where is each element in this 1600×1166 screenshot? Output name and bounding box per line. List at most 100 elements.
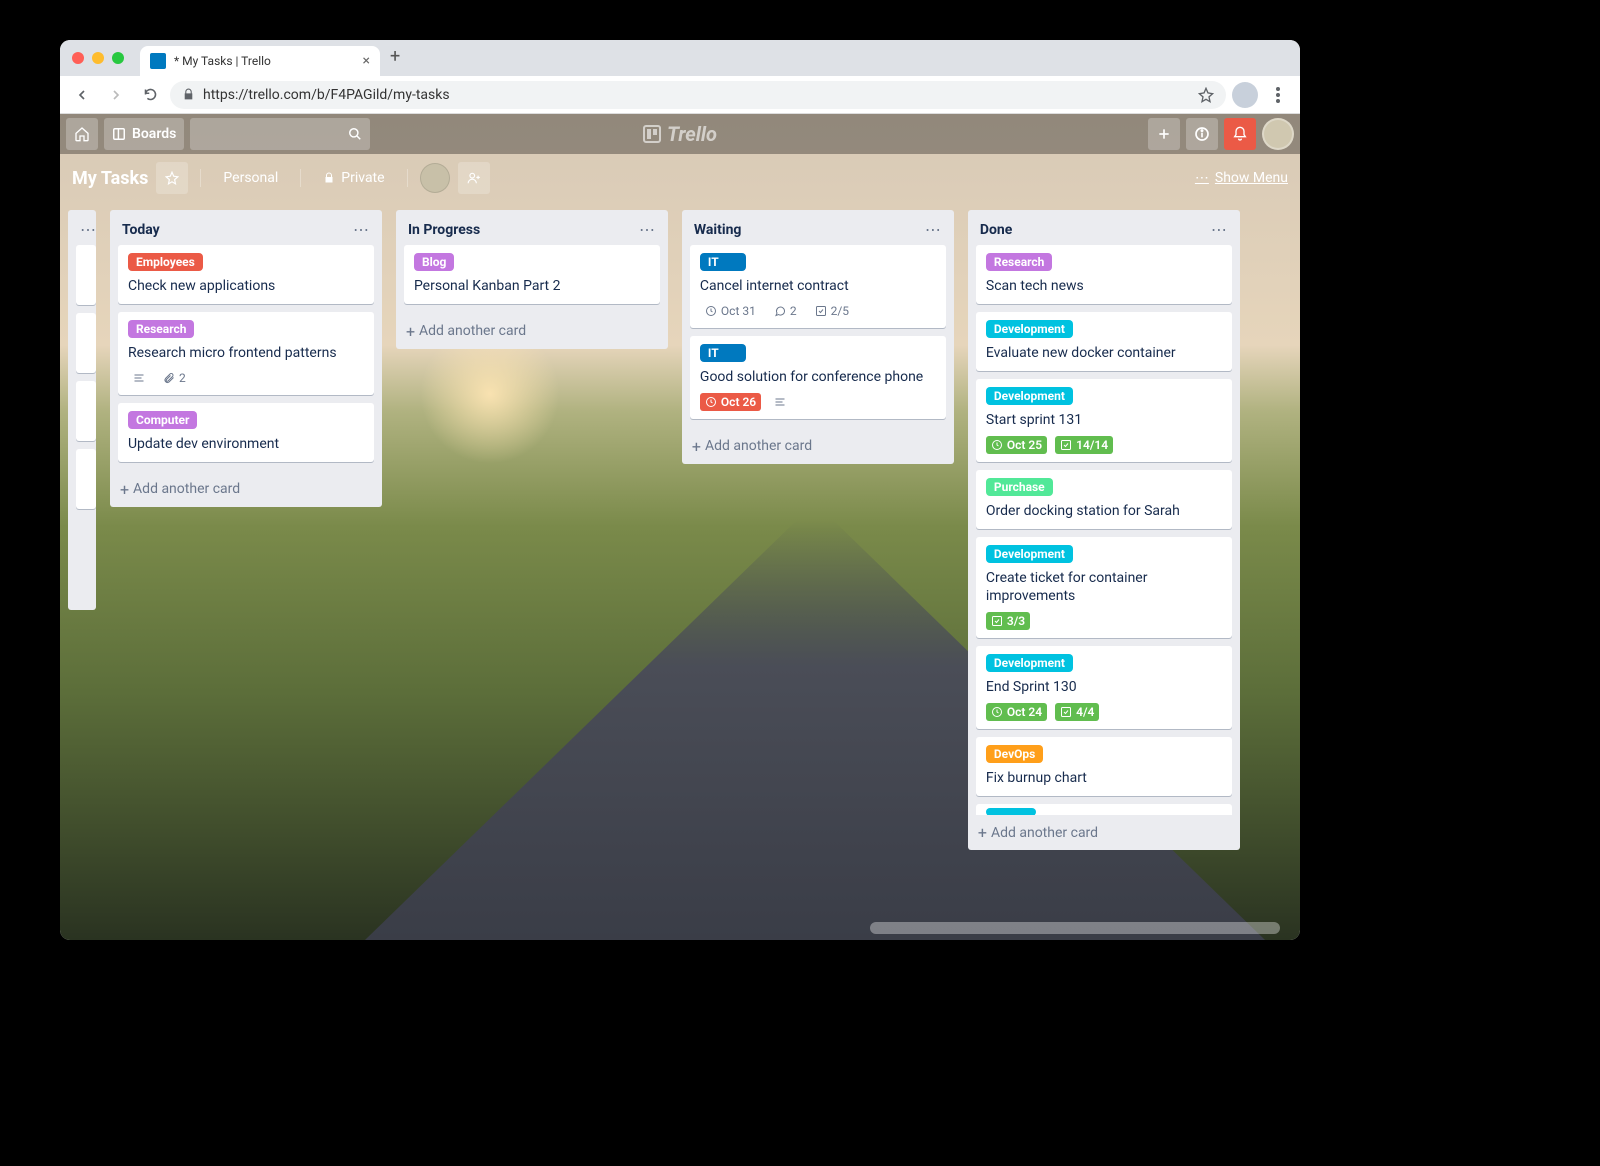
card-title: Research micro frontend patterns: [128, 344, 364, 363]
close-window[interactable]: [72, 52, 84, 64]
add-card-button[interactable]: +Add another card: [110, 472, 382, 507]
list-in-progress: In Progress ⋯ Blog Personal Kanban Part …: [396, 210, 668, 349]
list-header[interactable]: Today ⋯: [110, 210, 382, 245]
list-header[interactable]: In Progress ⋯: [396, 210, 668, 245]
list-done: Done ⋯ Research Scan tech news Developme…: [968, 210, 1240, 850]
add-card-button[interactable]: +Add another card: [396, 314, 668, 349]
back-button[interactable]: [68, 81, 96, 109]
card[interactable]: Computer Update dev environment: [118, 403, 374, 462]
label-development: Development: [986, 320, 1073, 338]
favicon-icon: [150, 53, 166, 69]
chrome-menu-button[interactable]: [1264, 81, 1292, 109]
trello-logo[interactable]: Trello: [643, 122, 717, 146]
search-input[interactable]: [190, 118, 370, 150]
user-avatar[interactable]: [1262, 118, 1294, 150]
card-title: Fix burnup chart: [986, 769, 1222, 788]
card[interactable]: Research Scan tech news: [976, 245, 1232, 304]
app-shell: Boards Trello: [60, 114, 1300, 940]
lock-icon: [323, 172, 335, 184]
show-menu-button[interactable]: ⋯ Show Menu: [1195, 170, 1288, 186]
team-name[interactable]: Personal: [213, 162, 288, 194]
label-research: Research: [986, 253, 1053, 271]
card[interactable]: Development Evaluate new docker containe…: [976, 312, 1232, 371]
invite-button[interactable]: [458, 162, 490, 194]
horizontal-scrollbar[interactable]: [870, 922, 1280, 934]
label-research: Research: [128, 320, 195, 338]
list-menu-icon[interactable]: ⋯: [925, 220, 942, 239]
card[interactable]: Development Start sprint 131 Oct 25 14/1…: [976, 379, 1232, 462]
label-blog: Blog: [414, 253, 454, 271]
boards-button[interactable]: Boards: [104, 118, 184, 150]
card[interactable]: Blog Personal Kanban Part 2: [404, 245, 660, 304]
forward-button[interactable]: [102, 81, 130, 109]
window-controls: [72, 52, 124, 64]
card-title: Evaluate new docker container: [986, 344, 1222, 363]
card[interactable]: Development Create ticket for container …: [976, 537, 1232, 639]
card-title: Good solution for conference phone: [700, 368, 936, 387]
notifications-button[interactable]: [1224, 118, 1256, 150]
tab-title: * My Tasks | Trello: [174, 54, 271, 68]
label-computer: Computer: [128, 411, 197, 429]
url-text: https://trello.com/b/F4PAGild/my-tasks: [203, 87, 450, 103]
checklist-badge: 2/5: [810, 302, 854, 320]
browser-window: * My Tasks | Trello × + https://trello.c…: [60, 40, 1300, 940]
home-button[interactable]: [66, 118, 98, 150]
visibility-button[interactable]: Private: [313, 162, 394, 194]
label-it: IT: [700, 253, 746, 271]
list-waiting: Waiting ⋯ IT Cancel internet contract Oc…: [682, 210, 954, 464]
card-title: Update dev environment: [128, 435, 364, 454]
board-title[interactable]: My Tasks: [72, 168, 148, 189]
add-card-button[interactable]: +Add another card: [682, 429, 954, 464]
list-menu-icon[interactable]: ⋯: [353, 220, 370, 239]
card-title: Personal Kanban Part 2: [414, 277, 650, 296]
chrome-profile-avatar[interactable]: [1232, 82, 1258, 108]
card-title: Cancel internet contract: [700, 277, 936, 296]
address-bar[interactable]: https://trello.com/b/F4PAGild/my-tasks: [170, 81, 1226, 109]
minimize-window[interactable]: [92, 52, 104, 64]
card[interactable]: Employees Check new applications: [118, 245, 374, 304]
description-icon: [769, 394, 791, 410]
info-button[interactable]: [1186, 118, 1218, 150]
board-canvas[interactable]: ⋯ Today ⋯: [60, 202, 1300, 940]
card[interactable]: IT Cancel internet contract Oct 31 2: [690, 245, 946, 328]
card[interactable]: [76, 313, 96, 373]
app-header: Boards Trello: [60, 114, 1300, 154]
list-header[interactable]: Waiting ⋯: [682, 210, 954, 245]
due-badge: Oct 31: [700, 302, 761, 320]
card[interactable]: Research Research micro frontend pattern…: [118, 312, 374, 395]
label-it: IT: [700, 344, 746, 362]
boards-label: Boards: [132, 126, 176, 142]
description-icon: [128, 370, 150, 386]
toolbar: https://trello.com/b/F4PAGild/my-tasks: [60, 76, 1300, 114]
browser-tab[interactable]: * My Tasks | Trello ×: [140, 46, 380, 76]
card[interactable]: [76, 449, 96, 509]
card[interactable]: IT Good solution for conference phone Oc…: [690, 336, 946, 419]
close-tab-icon[interactable]: ×: [363, 53, 370, 69]
maximize-window[interactable]: [112, 52, 124, 64]
list-title: Waiting: [694, 222, 742, 238]
card[interactable]: [76, 381, 96, 441]
list-menu-icon[interactable]: ⋯: [639, 220, 656, 239]
new-tab-button[interactable]: +: [390, 46, 400, 71]
card-partial[interactable]: [976, 804, 1232, 815]
reload-button[interactable]: [136, 81, 164, 109]
list-header[interactable]: Done ⋯: [968, 210, 1240, 245]
add-card-button[interactable]: +Add another card: [968, 815, 1240, 850]
card[interactable]: Development End Sprint 130 Oct 24 4/4: [976, 646, 1232, 729]
star-icon[interactable]: [1198, 87, 1214, 103]
member-avatar[interactable]: [420, 163, 450, 193]
list-today: Today ⋯ Employees Check new applications…: [110, 210, 382, 507]
card[interactable]: Purchase Order docking station for Sarah: [976, 470, 1232, 529]
create-button[interactable]: [1148, 118, 1180, 150]
card[interactable]: DevOps Fix burnup chart: [976, 737, 1232, 796]
search-icon: [348, 127, 362, 141]
label-purchase: Purchase: [986, 478, 1053, 496]
label-employees: Employees: [128, 253, 203, 271]
star-board-button[interactable]: [156, 162, 188, 194]
due-badge-overdue: Oct 26: [700, 393, 761, 411]
list-partial: ⋯: [68, 210, 96, 610]
comments-badge: 2: [769, 302, 802, 320]
list-menu-icon[interactable]: ⋯: [1211, 220, 1228, 239]
board-header: My Tasks Personal Private ⋯ Show Menu: [60, 154, 1300, 202]
card[interactable]: [76, 245, 96, 305]
